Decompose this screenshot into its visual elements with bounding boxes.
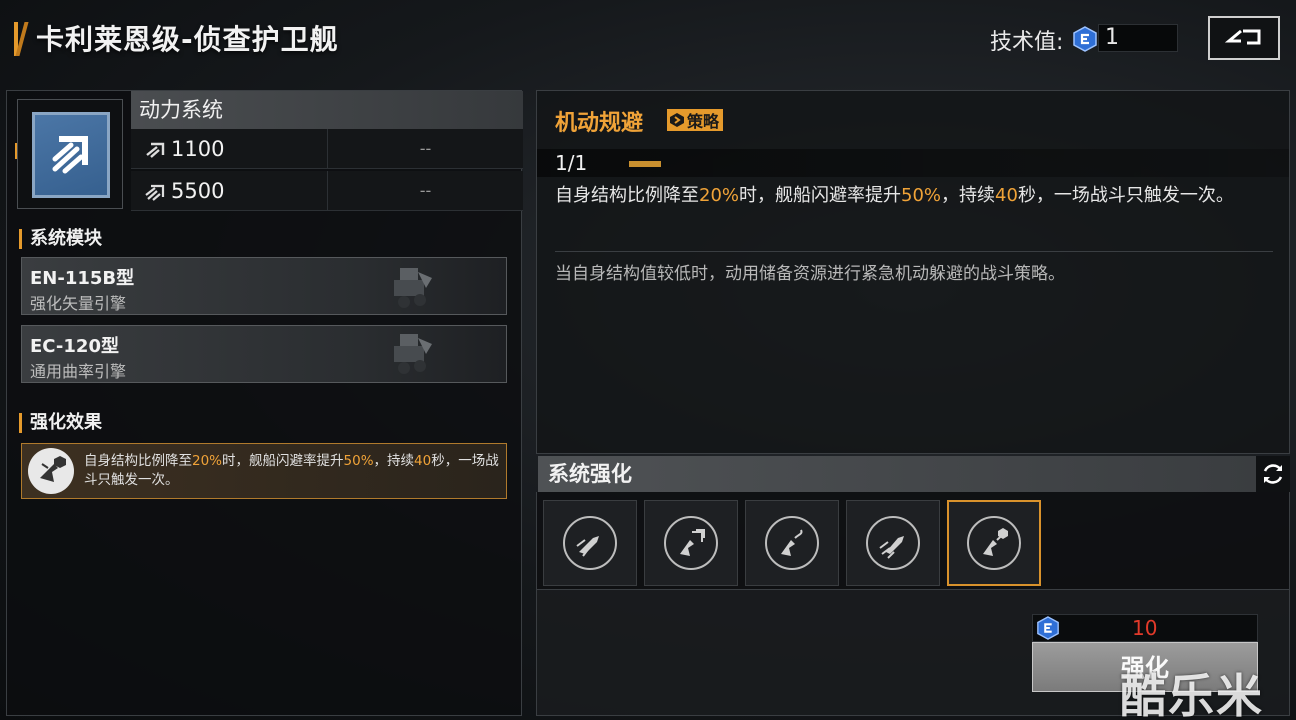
enhance-slot-3[interactable] — [745, 500, 839, 586]
level-progress — [629, 161, 661, 167]
tech-point-icon — [1072, 26, 1098, 52]
boost-speed-icon — [145, 183, 167, 201]
strategy-badge-label: 策略 — [687, 112, 720, 131]
strategy-badge: 策略 — [667, 109, 724, 131]
back-button[interactable] — [1208, 16, 1280, 60]
skill-level: 1/1 — [555, 151, 588, 175]
jet-strategy-icon — [967, 516, 1021, 570]
modules-section-title: 系统模块 — [19, 229, 102, 249]
stat-row-speed: 1100 -- — [131, 129, 523, 169]
engine-model-icon — [382, 330, 442, 380]
enhance-slots — [536, 492, 1290, 590]
enhance-slot-4[interactable] — [846, 500, 940, 586]
stat-row-boost-speed: 5500 -- — [131, 171, 523, 211]
system-info-panel: 动力系统 1100 -- 5500 -- 系统模块 EN-115B型 强化矢量引… — [6, 90, 523, 716]
enhance-slot-2[interactable] — [644, 500, 738, 586]
jet-strategy-icon — [28, 448, 74, 494]
module-card-1[interactable]: EN-115B型 强化矢量引擎 — [21, 257, 507, 315]
refresh-button[interactable] — [1256, 456, 1290, 492]
engine-system-icon — [32, 112, 110, 198]
boost-speed-extra: -- — [327, 171, 523, 211]
system-icon-frame[interactable] — [17, 99, 123, 209]
top-bar: 卡利莱恩级-侦查护卫舰 技术值: 1 — [0, 0, 1296, 80]
divider — [555, 251, 1273, 252]
watermark-logo: 酷乐米 — [1120, 669, 1264, 720]
title-accent-mark — [14, 22, 29, 56]
tech-value-label: 技术值: — [990, 30, 1064, 55]
jet-shield-icon — [664, 516, 718, 570]
enhance-slot-5[interactable] — [947, 500, 1041, 586]
boost-speed-value: 5500 — [171, 179, 225, 203]
module-subtitle: 通用曲率引擎 — [30, 362, 127, 381]
enhance-section-title: 系统强化 — [538, 456, 1256, 492]
enhance-effect-card: 自身结构比例降至20%时，舰船闪避率提升50%，持续40秒，一场战斗只触发一次。 — [21, 443, 507, 499]
effect-description: 自身结构比例降至20%时，舰船闪避率提升50%，持续40秒，一场战斗只触发一次。 — [84, 453, 499, 488]
jet-swerve-icon — [765, 516, 819, 570]
skill-name: 机动规避 — [555, 111, 644, 136]
tech-point-icon — [1036, 616, 1060, 640]
page-title: 卡利莱恩级-侦查护卫舰 — [36, 23, 339, 56]
speed-value: 1100 — [171, 137, 225, 161]
system-name: 动力系统 — [131, 91, 523, 129]
skill-detail-panel: 机动规避 策略 1/1 自身结构比例降至20%时，舰船闪避率提升50%，持续40… — [536, 90, 1290, 454]
speed-icon — [145, 141, 167, 159]
strategy-icon — [670, 113, 684, 127]
jet-speed-icon — [866, 516, 920, 570]
effects-section-title: 强化效果 — [19, 413, 102, 433]
enhance-slot-1[interactable] — [543, 500, 637, 586]
enhance-cost: 10 — [1132, 616, 1158, 640]
speed-extra: -- — [327, 129, 523, 169]
module-card-2[interactable]: EC-120型 通用曲率引擎 — [21, 325, 507, 383]
jet-evade-icon — [563, 516, 617, 570]
back-arrow-icon — [1224, 29, 1261, 45]
refresh-icon — [1263, 464, 1283, 484]
skill-description: 自身结构比例降至20%时，舰船闪避率提升50%，持续40秒，一场战斗只触发一次。 — [555, 185, 1234, 206]
skill-lore: 当自身结构值较低时，动用储备资源进行紧急机动躲避的战斗策略。 — [555, 264, 1065, 284]
module-title: EN-115B型 — [30, 268, 135, 289]
module-title: EC-120型 — [30, 336, 119, 357]
tech-value-display: 1 — [1098, 24, 1178, 52]
module-subtitle: 强化矢量引擎 — [30, 294, 127, 313]
engine-model-icon — [382, 262, 442, 312]
